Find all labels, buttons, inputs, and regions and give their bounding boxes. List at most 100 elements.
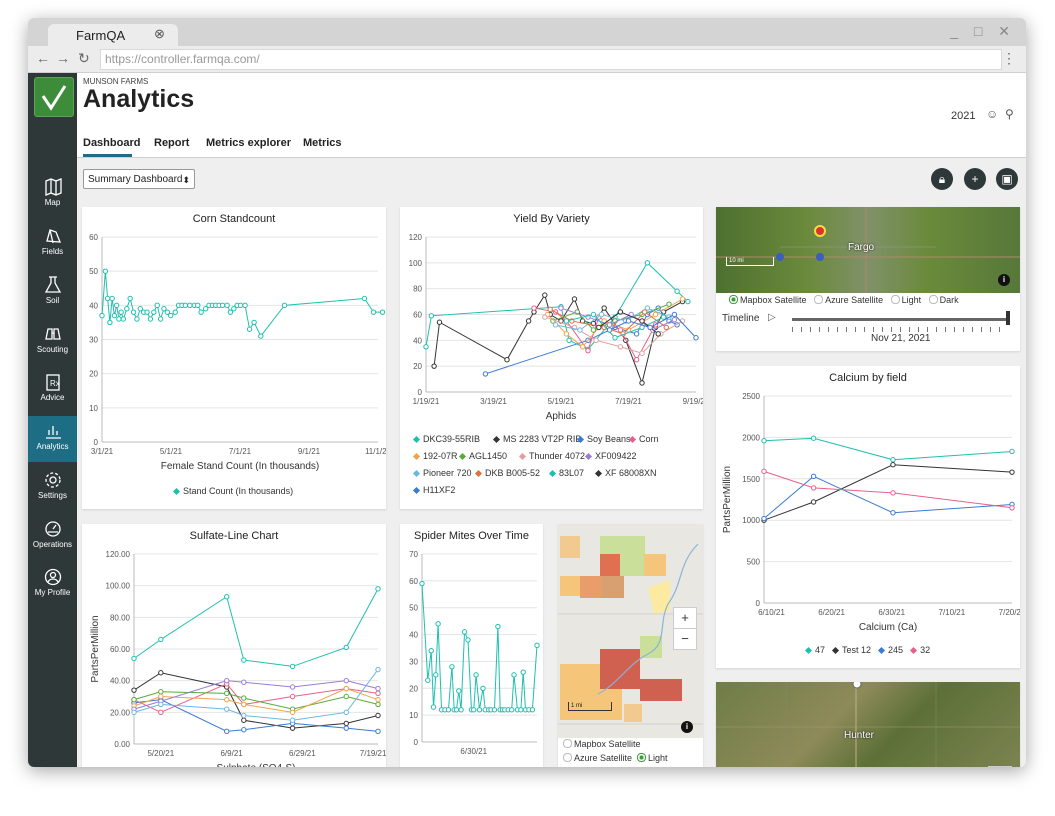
back-icon[interactable]: ← <box>36 50 50 66</box>
data-point <box>534 642 540 649</box>
info-icon[interactable]: i <box>998 274 1010 286</box>
window-controls[interactable]: _ □ ✕ <box>950 23 1016 40</box>
sidebar-item-map[interactable]: Map <box>28 172 77 218</box>
corn-standcount-chart: 0 10 20 30 40 50 60 3/1/21 5/1/21 7/1/21 9/1/21 11/… <box>89 233 386 472</box>
zoom-in-button[interactable]: + <box>988 766 1012 767</box>
tab-metrics-explorer[interactable]: Metrics explorer <box>206 137 291 149</box>
radio-azure-satellite[interactable] <box>563 753 572 762</box>
data-point <box>131 655 137 662</box>
legend-item[interactable]: Corn <box>628 434 659 444</box>
radio-label: Mapbox Satellite <box>740 295 807 305</box>
data-point <box>679 296 686 302</box>
legend-item[interactable]: Pioneer 720 <box>412 468 472 478</box>
reload-icon[interactable]: ↻ <box>78 50 90 67</box>
browser-tab[interactable]: FarmQA ⊗ <box>48 24 178 46</box>
legend-item[interactable]: 47 <box>804 645 825 655</box>
sidebar-item-my-profile[interactable]: My Profile <box>28 562 77 608</box>
data-point <box>241 657 247 663</box>
data-point <box>663 324 669 331</box>
data-point <box>504 357 510 363</box>
legend-item[interactable]: H11XF2 <box>412 485 455 495</box>
legend-marker <box>412 453 421 461</box>
legend-item[interactable]: AGL1450 <box>458 451 507 461</box>
data-point <box>596 324 602 331</box>
farmqa-logo[interactable] <box>34 77 74 117</box>
radio-azure-satellite[interactable] <box>814 295 824 304</box>
legend-marker <box>412 487 421 495</box>
radio-mapbox-satellite[interactable] <box>563 739 572 748</box>
sidebar-item-analytics[interactable]: Analytics <box>28 416 77 462</box>
timeline-handle[interactable] <box>1006 311 1010 325</box>
data-point <box>224 302 230 309</box>
sulfate-card: Sulfate-Line Chart 0.00 20.00 40.00 60.00 80… <box>82 524 386 767</box>
radio-light[interactable] <box>890 295 900 304</box>
tab-close-icon[interactable]: ⊗ <box>154 26 165 42</box>
chart-legend: 47 Test 12 245 32 <box>804 645 938 655</box>
zoom-out-button[interactable]: − <box>673 628 697 650</box>
data-point <box>761 468 767 475</box>
tab-report[interactable]: Report <box>154 137 189 149</box>
sidebar-item-fields[interactable]: Fields <box>28 221 77 267</box>
x-tick-label: 9/19/21 <box>683 397 703 406</box>
series-line <box>133 588 379 667</box>
map-card-bottom[interactable]: Hunter + <box>716 682 1020 767</box>
satellite-map[interactable]: 10 mi Fargo i <box>716 207 1020 293</box>
smiley-icon[interactable]: ☺ <box>986 107 998 121</box>
sidebar-item-advice[interactable]: Rx Advice <box>28 367 77 413</box>
legend-item[interactable]: Thunder 4072 <box>518 451 585 461</box>
sidebar-item-soil[interactable]: Soil <box>28 270 77 316</box>
legend-item[interactable]: 32 <box>910 645 930 655</box>
play-icon[interactable]: ▷ <box>768 312 776 323</box>
lock-button[interactable]: 🔒︎ <box>931 168 953 190</box>
add-button[interactable]: + <box>964 168 986 190</box>
browser-menu-icon[interactable]: ⋮ <box>1002 50 1016 67</box>
y-tick-label: 40 <box>413 336 422 345</box>
legend-item[interactable]: 83L07 <box>548 468 584 478</box>
sidebar-item-scouting[interactable]: Scouting <box>28 319 77 365</box>
data-point <box>511 672 517 678</box>
legend-item[interactable]: DKC39-55RIB <box>412 434 480 444</box>
legend-item[interactable]: Soy Beans <box>576 434 631 444</box>
legend-marker <box>458 453 467 461</box>
tab-dashboard[interactable]: Dashboard <box>83 137 140 149</box>
year-selector[interactable]: 2021 <box>951 110 975 122</box>
legend-item[interactable]: Test 12 <box>831 645 871 655</box>
legend-item[interactable]: XF 68008XN <box>594 468 657 478</box>
help-icon[interactable]: ⚲ <box>1005 107 1014 121</box>
radio-light[interactable] <box>637 753 647 762</box>
legend-item[interactable]: MS 2283 VT2P RIB <box>492 434 581 444</box>
sidebar-item-operations[interactable]: Operations <box>28 514 77 560</box>
y-tick-label: 10 <box>89 404 98 413</box>
info-icon[interactable]: i <box>681 721 693 733</box>
data-point <box>625 318 632 324</box>
y-tick-label: 2500 <box>742 392 760 401</box>
y-tick-label: 0 <box>414 738 419 747</box>
data-point <box>761 438 767 444</box>
dashboard-select[interactable]: Summary Dashboard ⬍ <box>83 169 195 189</box>
legend-item[interactable]: DKB B005-52 <box>474 468 540 478</box>
legend-item[interactable]: XF009422 <box>584 451 637 461</box>
legend-item[interactable]: 245 <box>878 645 903 655</box>
save-button[interactable]: ▣ <box>996 168 1018 190</box>
radio-dark[interactable] <box>928 295 938 304</box>
y-tick-label: 0 <box>756 599 761 608</box>
legend-item[interactable]: 192-07R <box>412 451 458 461</box>
radio-mapbox-satellite[interactable] <box>729 295 738 304</box>
data-point <box>343 720 349 727</box>
timeline-slider[interactable] <box>792 318 1008 321</box>
data-point <box>124 306 130 312</box>
data-point <box>449 664 455 670</box>
zoom-in-button[interactable]: + <box>673 607 697 629</box>
url-input[interactable]: https://controller.farmqa.com/ <box>100 49 1002 70</box>
tab-metrics[interactable]: Metrics <box>303 137 342 149</box>
timeline-label: Timeline <box>722 313 760 324</box>
radio-label: Dark <box>939 295 959 305</box>
light-map[interactable]: + − 1 mi i <box>558 524 703 738</box>
y-tick-label: 40 <box>409 631 418 640</box>
data-point <box>127 295 133 302</box>
legend-marker <box>548 470 557 478</box>
forward-icon[interactable]: → <box>56 50 70 66</box>
sidebar-item-settings[interactable]: Settings <box>28 465 77 511</box>
data-point <box>182 302 189 309</box>
data-point <box>361 295 368 302</box>
